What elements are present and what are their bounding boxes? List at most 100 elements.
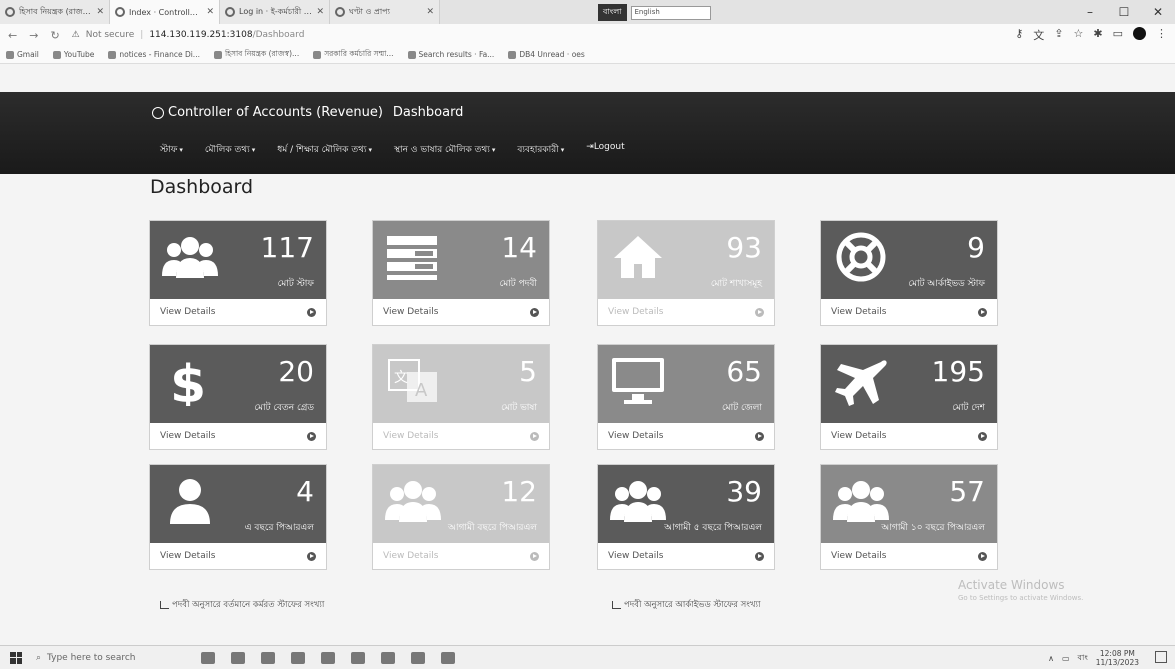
menu-staff[interactable]: স্টাফ ▾ xyxy=(160,142,183,157)
windows-start-icon[interactable] xyxy=(10,651,22,664)
search-icon: ⌕ xyxy=(36,652,42,663)
stat-card-panel: 117 মোট স্টাফ xyxy=(150,221,326,299)
stat-card: A 文 5 মোট ভাষা View Details xyxy=(372,344,550,450)
plane-icon xyxy=(833,356,889,406)
forward-icon[interactable]: → xyxy=(29,29,38,42)
translate-icon[interactable]: 文 xyxy=(1033,27,1044,43)
logout-icon: ⇥ xyxy=(586,142,594,152)
app-icon[interactable] xyxy=(411,651,425,664)
view-details-link[interactable]: View Details xyxy=(150,423,326,449)
stat-caption: মোট দেশ xyxy=(952,403,985,413)
profile-avatar[interactable] xyxy=(1133,27,1146,40)
view-details-link[interactable]: View Details xyxy=(821,423,997,449)
chrome-icon[interactable] xyxy=(291,651,305,664)
caret-down-icon: ▾ xyxy=(491,146,496,154)
files-icon[interactable] xyxy=(321,651,335,664)
chart-heading-archived-staff: পদবী অনুসারে আর্কাইভড স্টাফের সংখ্যা xyxy=(612,598,760,612)
view-details-link[interactable]: View Details xyxy=(821,299,997,325)
menu-basic-info[interactable]: মৌলিক তথ্য ▾ xyxy=(205,142,255,157)
browser-tab-4[interactable]: ঘণ্টা ও প্রাপ্য ✕ xyxy=(330,0,440,24)
bookmark-accounts[interactable]: হিসাব নিয়ন্ত্রক (রাজস্ব)... xyxy=(213,49,299,61)
view-details-link[interactable]: View Details xyxy=(373,543,549,569)
warning-icon[interactable]: ⚠ xyxy=(72,30,80,40)
explorer-icon[interactable] xyxy=(351,651,365,664)
back-icon[interactable]: ← xyxy=(8,29,17,42)
key-icon[interactable]: ⚷ xyxy=(1015,27,1023,43)
arrow-circle-right-icon xyxy=(530,431,539,441)
view-details-label: View Details xyxy=(831,431,887,441)
taskbar-search[interactable]: ⌕ Type here to search xyxy=(36,653,181,663)
tab-title: হিসাব নিয়ন্ত্রক (রাজস্ব) এর দপ্তর xyxy=(19,6,92,16)
close-tab-icon[interactable]: ✕ xyxy=(206,7,214,17)
language-select[interactable]: English xyxy=(630,5,711,20)
view-details-link[interactable]: View Details xyxy=(150,543,326,569)
pinned-apps xyxy=(201,651,455,664)
browser-tab-1[interactable]: হিসাব নিয়ন্ত্রক (রাজস্ব) এর দপ্তর ✕ xyxy=(0,0,110,24)
view-details-label: View Details xyxy=(160,431,216,441)
dashboard-link[interactable]: Dashboard xyxy=(393,105,464,120)
sidebar-icon[interactable]: ▭ xyxy=(1113,27,1123,43)
minimize-icon[interactable]: – xyxy=(1073,0,1107,24)
notification-icon[interactable] xyxy=(1155,651,1167,663)
system-tray: ∧ ▭ বাং 12:08 PM 11/13/2023 xyxy=(1048,649,1139,667)
bookmark-youtube[interactable]: YouTube xyxy=(52,50,94,59)
view-details-label: View Details xyxy=(831,307,887,317)
menu-users[interactable]: ব্যবহারকারী ▾ xyxy=(517,142,564,157)
mail-icon[interactable] xyxy=(381,651,395,664)
view-details-link[interactable]: View Details xyxy=(373,423,549,449)
view-details-link[interactable]: View Details xyxy=(598,423,774,449)
view-details-link[interactable]: View Details xyxy=(598,543,774,569)
menu-place-language[interactable]: স্থান ও ভাষার মৌলিক তথ্য ▾ xyxy=(394,142,495,157)
arrow-circle-right-icon xyxy=(755,307,764,317)
bookmark-employee[interactable]: সরকারি কর্মচারি সম্মা... xyxy=(313,49,394,61)
home-icon xyxy=(610,232,666,282)
maximize-icon[interactable]: ☐ xyxy=(1107,0,1141,24)
stat-value: 93 xyxy=(726,231,762,264)
stat-card: 57 আগামী ১০ বছরে পিআরএল View Details xyxy=(820,464,998,570)
bar-chart-icon xyxy=(160,601,169,609)
close-window-icon[interactable]: ✕ xyxy=(1141,0,1175,24)
menu-logout[interactable]: ⇥Logout xyxy=(586,142,624,157)
url-field[interactable]: ⚠ Not secure | 114.130.119.251:3108/Dash… xyxy=(72,30,305,40)
svg-text:A: A xyxy=(415,380,428,401)
view-details-link[interactable]: View Details xyxy=(598,299,774,325)
browser-tab-3[interactable]: Log in · ই-কর্মচারী ব্যবস্থাপনা ✕ xyxy=(220,0,330,24)
input-lang[interactable]: বাং xyxy=(1078,652,1088,665)
close-tab-icon[interactable]: ✕ xyxy=(426,7,434,17)
keyboard-indicator[interactable]: বাংলা xyxy=(598,4,627,21)
close-tab-icon[interactable]: ✕ xyxy=(316,7,324,17)
browser-tab-2[interactable]: Index · Controller of Accounts ✕ xyxy=(110,0,220,24)
stat-caption: আগামী বছরে পিআরএল xyxy=(447,523,537,533)
clock-icon xyxy=(152,106,164,119)
clock[interactable]: 12:08 PM 11/13/2023 xyxy=(1096,649,1139,667)
reload-icon[interactable]: ↻ xyxy=(50,29,59,42)
url-host: 114.130.119.251:3108 xyxy=(149,30,253,40)
stat-card: 9 মোট আর্কাইভড স্টাফ View Details xyxy=(820,220,998,326)
star-icon[interactable]: ☆ xyxy=(1074,27,1084,43)
window-controls: – ☐ ✕ xyxy=(1073,0,1175,24)
url-separator: | xyxy=(140,30,144,40)
app-brand[interactable]: Controller of Accounts (Revenue) Dashboa… xyxy=(152,105,463,120)
close-tab-icon[interactable]: ✕ xyxy=(96,7,104,17)
extensions-icon[interactable]: ✱ xyxy=(1093,27,1102,43)
store-icon[interactable] xyxy=(261,651,275,664)
tray-chevron-icon[interactable]: ∧ xyxy=(1048,654,1054,663)
share-icon[interactable]: ⇪ xyxy=(1054,27,1063,43)
stat-card-panel: $20 মোট বেতন গ্রেড xyxy=(150,345,326,423)
view-details-link[interactable]: View Details xyxy=(821,543,997,569)
task-view-icon[interactable] xyxy=(231,651,245,664)
view-details-link[interactable]: View Details xyxy=(373,299,549,325)
browser-icon[interactable] xyxy=(441,651,455,664)
bookmark-gmail[interactable]: Gmail xyxy=(6,50,39,59)
view-details-link[interactable]: View Details xyxy=(150,299,326,325)
widgets-icon[interactable] xyxy=(201,651,215,664)
arrow-circle-right-icon xyxy=(530,307,539,317)
more-menu-icon[interactable]: ⋮ xyxy=(1156,27,1167,43)
network-icon[interactable]: ▭ xyxy=(1062,654,1070,663)
bookmark-notices[interactable]: notices - Finance Di... xyxy=(108,50,200,59)
menu-religion-education[interactable]: ধর্ম / শিক্ষার মৌলিক তথ্য ▾ xyxy=(277,142,372,157)
bookmark-db4[interactable]: DB4 Unread · oes xyxy=(508,50,585,59)
stat-card-panel: A 文 5 মোট ভাষা xyxy=(373,345,549,423)
bookmark-search[interactable]: Search results · Fa... xyxy=(407,50,494,59)
security-label: Not secure xyxy=(85,30,135,40)
